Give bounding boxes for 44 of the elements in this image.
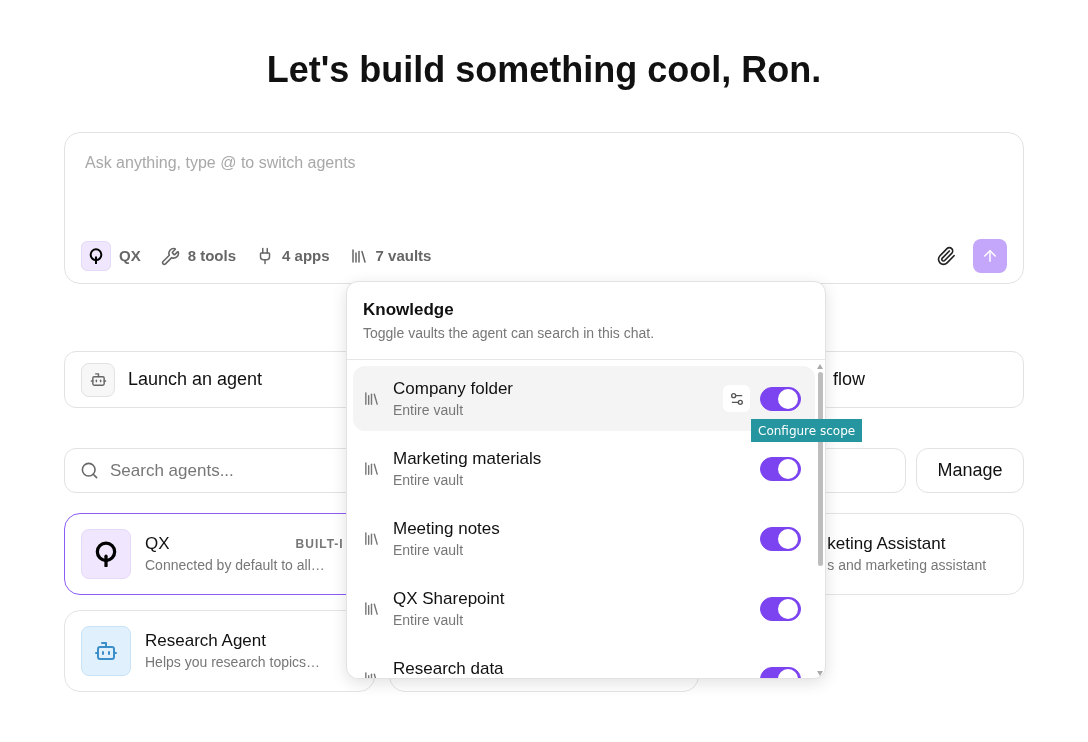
tooltip: Configure scope xyxy=(751,419,863,442)
agent-tag: BUILT-I xyxy=(295,534,344,553)
library-icon xyxy=(363,460,380,477)
agent-description: s and marketing assistant xyxy=(827,555,987,575)
composer-chip[interactable]: 8 tools xyxy=(160,244,237,268)
sliders-icon xyxy=(728,390,745,407)
logo-mark-icon xyxy=(93,541,119,567)
popover-title: Knowledge xyxy=(363,299,455,321)
agent-description: Connected by default to all… xyxy=(145,555,326,575)
composer-chip[interactable]: 7 vaults xyxy=(349,244,432,268)
vault-name: Research data xyxy=(393,657,505,678)
robot-icon xyxy=(94,639,118,663)
vault-name: Company folder xyxy=(393,377,514,400)
attach-icon[interactable] xyxy=(936,246,956,266)
vault-name: QX Sharepoint xyxy=(393,587,506,610)
library-icon xyxy=(363,600,380,617)
agent-name: keting Assistant xyxy=(827,532,947,555)
agent-name: Research Agent xyxy=(145,629,266,652)
wrench-icon xyxy=(160,246,180,266)
library-icon xyxy=(363,530,380,547)
vault-scope: Entire vault xyxy=(393,470,465,490)
toggle-switch[interactable] xyxy=(760,456,801,481)
toggle-switch[interactable] xyxy=(760,596,801,621)
library-icon xyxy=(349,247,368,265)
agent-card[interactable]: Research Agent Helps you research topics… xyxy=(64,610,375,692)
message-input[interactable]: Ask anything, type @ to switch agents xyxy=(81,151,481,175)
toggle-switch[interactable] xyxy=(760,526,801,551)
vault-scope: Entire vault xyxy=(393,540,465,560)
logo-mark-icon xyxy=(88,248,104,264)
robot-icon xyxy=(81,362,115,397)
search-icon xyxy=(80,461,99,480)
page-heading: Let's build something cool, Ron. xyxy=(265,48,823,92)
vault-name: Meeting notes xyxy=(393,517,501,540)
composer-chip[interactable]: 4 apps xyxy=(256,244,330,268)
popover-subtitle: Toggle vaults the agent can search in this chat. xyxy=(363,324,656,343)
manage-button[interactable]: Manage xyxy=(916,448,1024,493)
vault-name: Marketing materials xyxy=(393,447,543,470)
toggle-switch[interactable] xyxy=(760,386,801,411)
library-icon xyxy=(363,390,380,407)
agent-name: QX xyxy=(145,532,170,555)
configure-button[interactable] xyxy=(723,385,750,412)
composer-chip[interactable]: QX xyxy=(81,241,141,271)
agent-description: Helps you research topics… xyxy=(145,652,322,672)
vault-scope: Entire vault xyxy=(393,610,465,630)
